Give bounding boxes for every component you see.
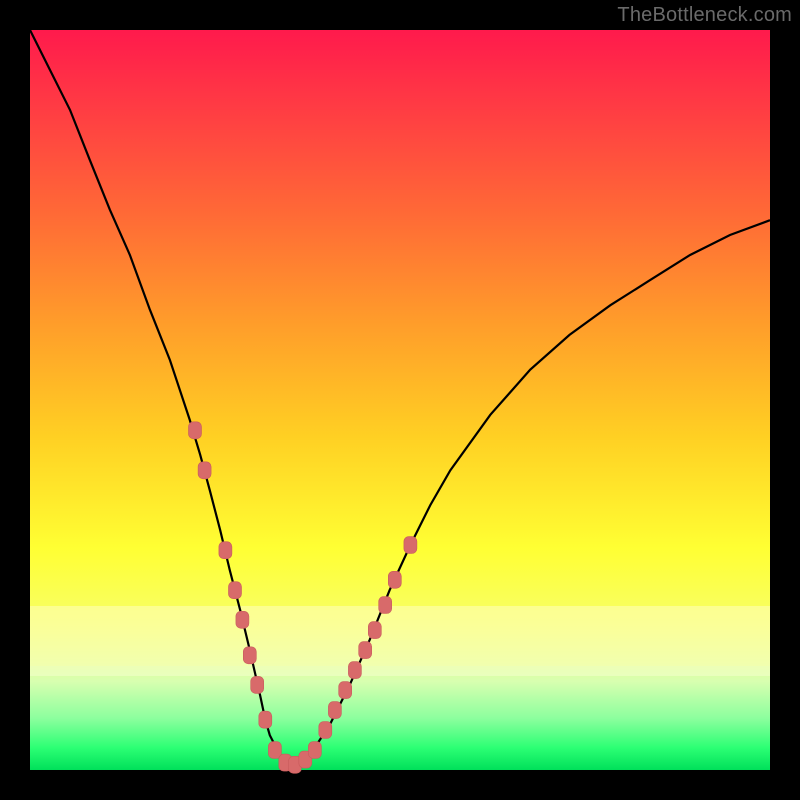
curve-marker [268, 742, 281, 759]
curve-markers [189, 422, 417, 774]
curve-marker [219, 542, 232, 559]
curve-marker [328, 702, 341, 719]
watermark-text: TheBottleneck.com [617, 4, 792, 27]
curve-marker [379, 597, 392, 614]
curve-marker [308, 742, 321, 759]
chart-frame: TheBottleneck.com [0, 0, 800, 800]
curve-svg [30, 30, 770, 770]
curve-marker [348, 662, 361, 679]
curve-marker [319, 722, 332, 739]
curve-marker [368, 622, 381, 639]
curve-marker [404, 537, 417, 554]
curve-marker [229, 582, 242, 599]
curve-marker [236, 611, 249, 628]
curve-marker [339, 682, 352, 699]
curve-marker [251, 676, 264, 693]
curve-marker [189, 422, 202, 439]
curve-marker [359, 642, 372, 659]
curve-marker [198, 462, 211, 479]
curve-marker [388, 571, 401, 588]
plot-area [30, 30, 770, 770]
bottleneck-curve [30, 30, 770, 765]
curve-marker [243, 647, 256, 664]
curve-marker [259, 711, 272, 728]
